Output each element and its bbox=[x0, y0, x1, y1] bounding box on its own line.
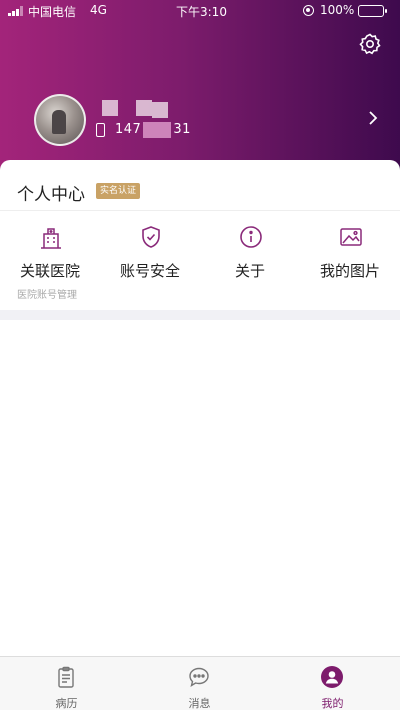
phone-prefix: 147 bbox=[115, 122, 142, 137]
settings-gear-icon[interactable] bbox=[358, 32, 382, 56]
info-icon bbox=[240, 226, 262, 248]
menu-label-account-security: 账号安全 bbox=[119, 262, 180, 280]
menu-label-my-pictures: 我的图片 bbox=[319, 262, 380, 280]
tab-label: 我的 bbox=[321, 697, 344, 710]
battery-percent: 100% bbox=[320, 3, 355, 17]
tab-label: 消息 bbox=[188, 697, 211, 710]
hospital-building-icon bbox=[41, 228, 61, 249]
user-name-obscured bbox=[102, 100, 168, 118]
person-icon bbox=[321, 666, 343, 688]
chevron-right-icon[interactable] bbox=[366, 109, 380, 127]
menu-item-about[interactable]: 关于 bbox=[200, 224, 300, 296]
phone-row: 147 31 bbox=[96, 122, 191, 138]
bottom-tab-bar: 病历 消息 我的 bbox=[0, 656, 400, 710]
image-icon bbox=[340, 228, 362, 246]
tab-label: 病历 bbox=[55, 697, 78, 710]
avatar[interactable] bbox=[34, 94, 86, 146]
network-label: 4G bbox=[90, 3, 107, 17]
clipboard-icon bbox=[58, 666, 74, 688]
chat-bubble-icon bbox=[189, 667, 209, 687]
section-separator bbox=[0, 310, 400, 320]
phone-mask bbox=[143, 122, 172, 138]
menu-label-hospital: 关联医院 bbox=[19, 262, 80, 280]
orientation-lock-icon bbox=[303, 5, 314, 16]
divider bbox=[0, 210, 400, 211]
tab-mine[interactable]: 我的 bbox=[266, 657, 399, 710]
carrier-label: 中国电信 bbox=[28, 5, 77, 19]
personal-center-card: 个人中心 实名认证 关联医院 账号安全 关于 我的图片 医院账号管理 bbox=[0, 160, 400, 320]
status-bar: 中国电信 4G 下午3:10 100% bbox=[0, 0, 400, 22]
tab-medical-records[interactable]: 病历 bbox=[0, 657, 133, 710]
status-time: 下午3:10 bbox=[176, 5, 227, 19]
shield-check-icon bbox=[142, 226, 160, 248]
tab-messages[interactable]: 消息 bbox=[133, 657, 266, 710]
signal-icon bbox=[8, 6, 23, 16]
menu-item-my-pictures[interactable]: 我的图片 bbox=[300, 224, 400, 296]
menu-item-account-security[interactable]: 账号安全 bbox=[100, 224, 200, 296]
hospital-account-subtitle: 医院账号管理 bbox=[17, 290, 77, 301]
phone-icon bbox=[96, 123, 105, 137]
card-title: 个人中心 bbox=[17, 185, 85, 205]
phone-suffix: 31 bbox=[173, 122, 191, 137]
menu-label-about: 关于 bbox=[234, 262, 265, 280]
verified-badge: 实名认证 bbox=[96, 183, 141, 199]
battery-icon bbox=[358, 5, 387, 17]
